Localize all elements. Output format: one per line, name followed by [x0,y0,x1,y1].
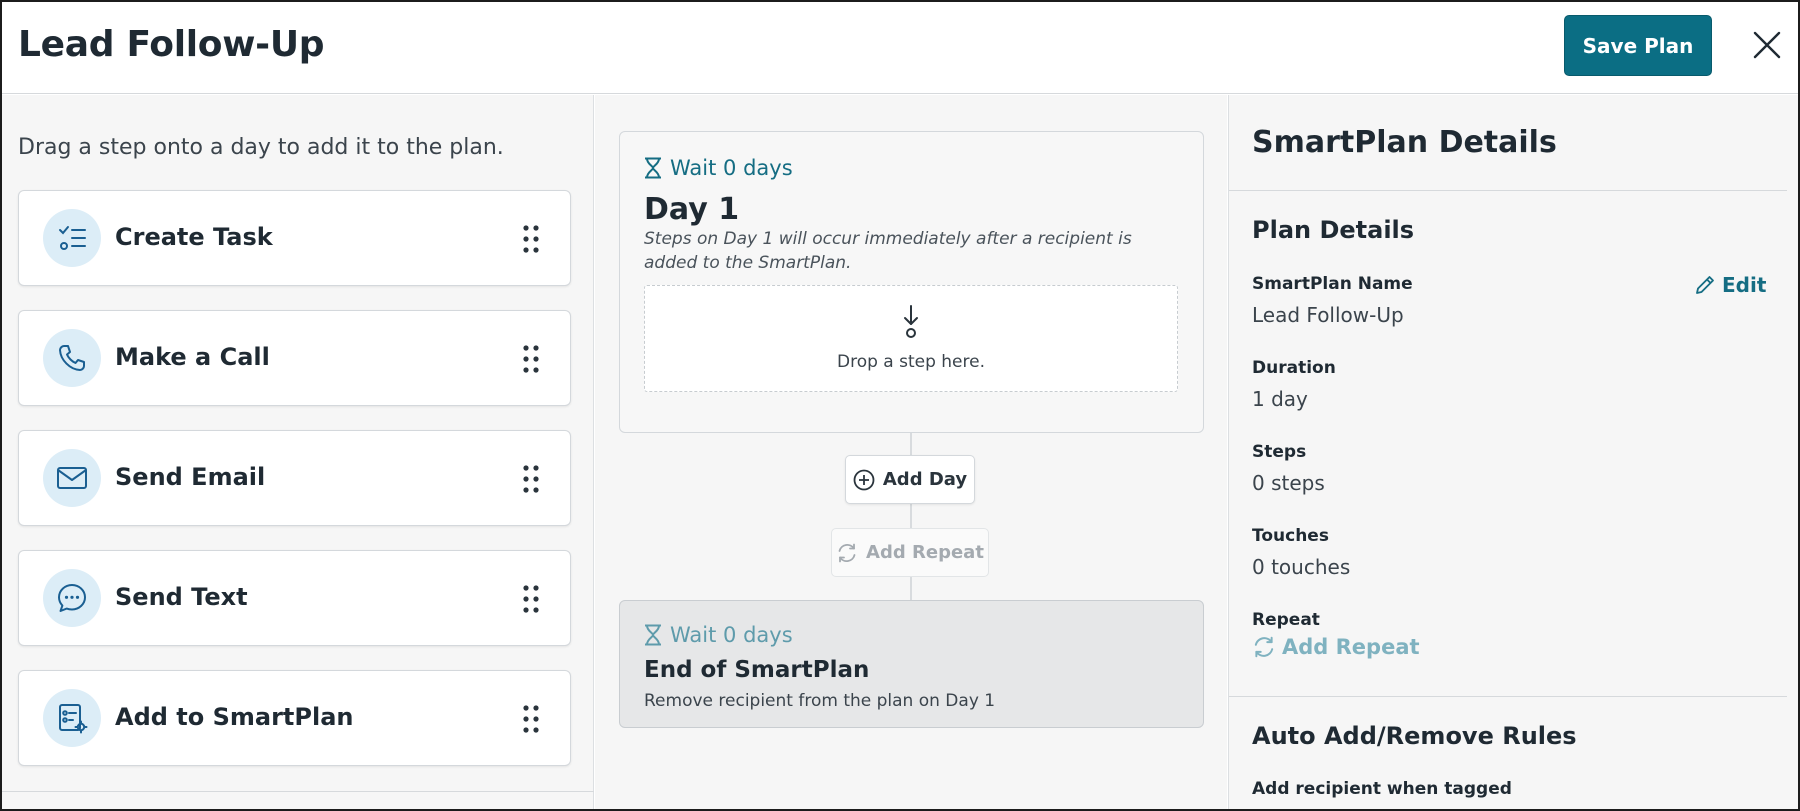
step-label: Send Email [115,463,266,491]
step-label: Send Text [115,583,248,611]
hourglass-icon [645,624,661,646]
wait-indicator[interactable]: Wait 0 days [644,156,793,180]
repeat-label: Repeat [1252,610,1320,630]
smartplan-icon [43,689,101,747]
day-description: Steps on Day 1 will occur immediately af… [644,229,1132,273]
steps-value: 0 steps [1252,471,1325,495]
step-card-add-to-smartplan[interactable]: Add to SmartPlan [18,670,571,766]
editor-header: Lead Follow-Up Save Plan [2,2,1798,94]
close-button[interactable] [1750,28,1784,62]
duration-label: Duration [1252,358,1336,378]
step-card-create-task[interactable]: Create Task [18,190,571,286]
touches-label: Touches [1252,526,1329,546]
day-card[interactable]: Wait 0 days Day 1 Steps on Day 1 will oc… [619,131,1204,433]
drag-handle-icon[interactable] [521,223,541,255]
palette-hint: Drag a step onto a day to add it to the … [18,135,504,160]
edit-plan-link[interactable]: Edit [1694,273,1766,297]
plus-circle-icon [853,469,875,490]
hourglass-icon [645,157,661,179]
divider [1229,696,1787,697]
palette-divider [2,791,594,792]
smartplan-details-panel: SmartPlan Details Plan Details Edit Smar… [1228,95,1798,809]
add-when-tagged-label: Add recipient when tagged [1252,779,1512,799]
add-repeat-button[interactable]: Add Repeat [831,528,989,577]
add-day-label: Add Day [882,469,968,490]
step-dropzone[interactable]: Drop a step here. [644,285,1178,392]
add-repeat-link[interactable]: Add Repeat [1252,635,1420,659]
end-wait-indicator[interactable]: Wait 0 days [644,623,793,647]
close-icon [1753,31,1781,59]
edit-label: Edit [1722,273,1767,297]
save-plan-button[interactable]: Save Plan [1564,15,1712,76]
drag-handle-icon[interactable] [521,703,541,735]
envelope-icon [43,449,101,507]
drag-handle-icon[interactable] [521,463,541,495]
steps-label: Steps [1252,442,1307,462]
step-label: Create Task [115,223,273,251]
touches-value: 0 touches [1252,555,1351,579]
smartplan-editor-window: Lead Follow-Up Save Plan Drag a step ont… [0,0,1800,811]
drop-arrow-icon [904,305,918,338]
day-title: Day 1 [644,192,740,227]
duration-value: 1 day [1252,387,1308,411]
smartplan-name-value: Lead Follow-Up [1252,303,1404,327]
step-card-send-text[interactable]: Send Text [18,550,571,646]
step-palette: Drag a step onto a day to add it to the … [2,95,594,809]
wait-label: Wait 0 days [670,156,793,180]
add-day-button[interactable]: Add Day [845,455,975,504]
rules-heading: Auto Add/Remove Rules [1252,722,1577,750]
chat-bubble-icon [43,569,101,627]
add-repeat-label: Add Repeat [866,542,984,563]
phone-icon [43,329,101,387]
end-title: End of SmartPlan [644,657,870,683]
dropzone-label: Drop a step here. [836,352,985,372]
page-title: Lead Follow-Up [18,24,325,65]
smartplan-name-label: SmartPlan Name [1252,274,1413,294]
repeat-icon [838,543,856,562]
step-card-make-call[interactable]: Make a Call [18,310,571,406]
pencil-icon [1696,276,1714,294]
details-title: SmartPlan Details [1252,125,1557,160]
end-description: Remove recipient from the plan on Day 1 [644,691,996,711]
wait-label: Wait 0 days [670,623,793,647]
plan-details-heading: Plan Details [1252,216,1415,244]
step-card-send-email[interactable]: Send Email [18,430,571,526]
step-label: Add to SmartPlan [115,703,354,731]
step-label: Make a Call [115,343,270,371]
drag-handle-icon[interactable] [521,583,541,615]
drag-handle-icon[interactable] [521,343,541,375]
repeat-icon [1254,636,1274,658]
plan-timeline: Wait 0 days Day 1 Steps on Day 1 will oc… [595,95,1227,809]
task-list-icon [43,209,101,267]
end-of-plan-card[interactable]: Wait 0 days End of SmartPlan Remove reci… [619,600,1204,728]
add-repeat-link-label: Add Repeat [1282,635,1420,659]
divider [1229,190,1787,191]
